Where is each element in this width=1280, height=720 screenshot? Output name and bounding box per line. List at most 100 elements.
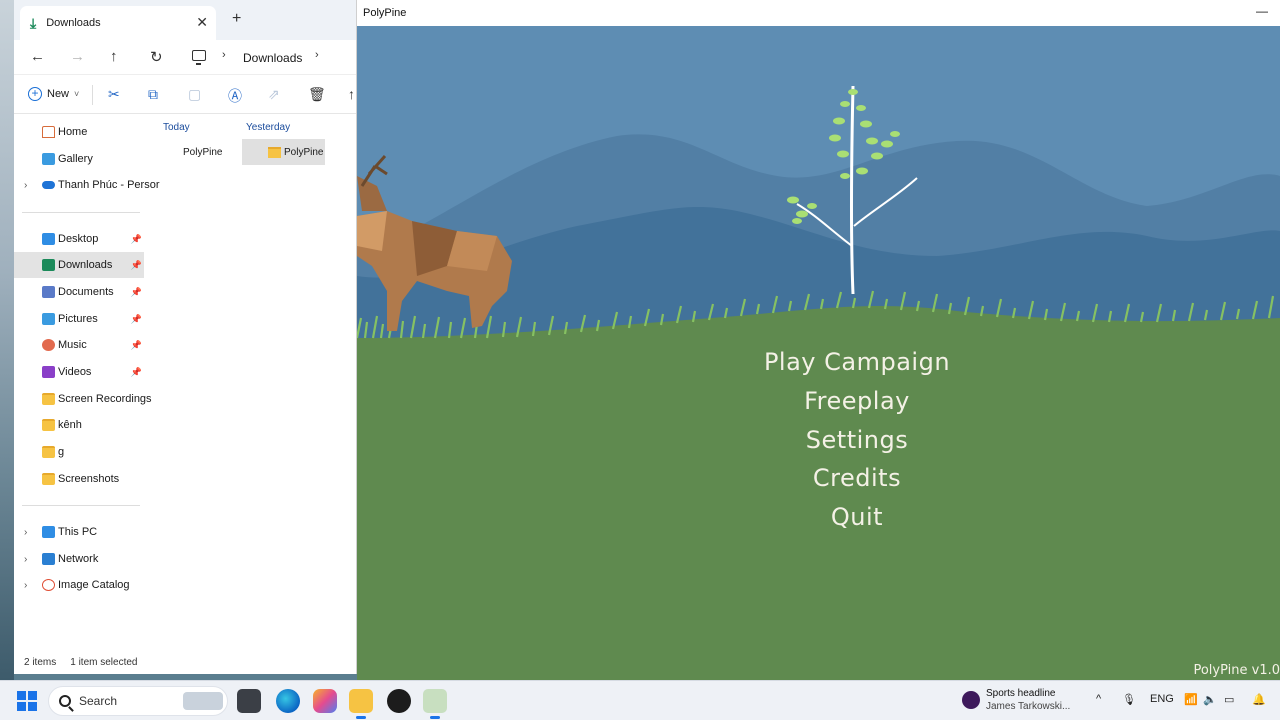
chevron-right-icon[interactable]: › bbox=[24, 527, 27, 538]
edge-icon[interactable] bbox=[276, 689, 300, 713]
this-pc-icon[interactable] bbox=[192, 50, 206, 65]
paste-icon[interactable]: ▢ bbox=[188, 86, 201, 103]
plus-icon: + bbox=[28, 87, 42, 101]
sidebar-item-screen-recordings[interactable]: Screen Recordings bbox=[14, 386, 152, 412]
item-count: 2 items bbox=[24, 657, 57, 668]
sidebar-item-onedrive[interactable]: › Thanh Phúc - Persor bbox=[14, 172, 160, 198]
tab-title: Downloads bbox=[46, 17, 101, 29]
sidebar-item-network[interactable]: › Network bbox=[14, 546, 144, 572]
window-title: PolyPine bbox=[363, 7, 407, 19]
sort-icon[interactable]: ↑ bbox=[348, 86, 355, 102]
search-icon bbox=[59, 695, 71, 707]
image-catalog-icon bbox=[42, 579, 55, 591]
version-label: PolyPine v1.0 bbox=[1193, 663, 1280, 678]
rename-icon[interactable]: Ⓐ bbox=[228, 86, 242, 106]
sidebar-divider bbox=[22, 212, 140, 213]
group-header-today[interactable]: Today bbox=[163, 122, 190, 133]
sidebar-item-label: g bbox=[58, 446, 65, 458]
up-button[interactable]: ↑ bbox=[110, 48, 118, 65]
file-list: Today Yesterday PolyPine PolyPine bbox=[147, 115, 356, 645]
gallery-icon bbox=[42, 153, 55, 165]
sidebar-item-home[interactable]: Home bbox=[14, 119, 144, 145]
sidebar-item-label: Desktop bbox=[58, 233, 99, 245]
search-highlight-art bbox=[183, 692, 223, 710]
quit-button[interactable]: Quit bbox=[357, 503, 1280, 531]
sidebar-item-screenshots[interactable]: Screenshots bbox=[14, 466, 144, 492]
notification-bell-icon[interactable]: 🔔 bbox=[1252, 693, 1266, 706]
group-header-yesterday[interactable]: Yesterday bbox=[246, 122, 290, 133]
breadcrumb-separator[interactable]: › bbox=[315, 49, 319, 61]
freeplay-button[interactable]: Freeplay bbox=[357, 387, 1280, 415]
chevron-right-icon[interactable]: › bbox=[24, 580, 27, 591]
sidebar-item-music[interactable]: Music 📌 bbox=[14, 332, 144, 358]
sidebar-item-image-catalog[interactable]: › Image Catalog bbox=[14, 572, 144, 598]
sidebar-item-g[interactable]: g bbox=[14, 439, 144, 465]
folder-icon bbox=[42, 419, 55, 431]
pin-icon[interactable]: 📌 bbox=[131, 340, 142, 351]
breadcrumb-separator[interactable]: › bbox=[222, 49, 226, 61]
music-icon bbox=[42, 339, 55, 351]
pin-icon[interactable]: 📌 bbox=[131, 314, 142, 325]
premier-league-icon bbox=[962, 691, 980, 709]
pin-icon[interactable]: 📌 bbox=[131, 367, 142, 378]
folder-icon bbox=[268, 146, 281, 158]
windows-logo-icon bbox=[17, 702, 26, 711]
command-bar: + New ˅ ✂ ⧉ ▢ Ⓐ ⇗ 🗑 ↑ bbox=[14, 74, 356, 114]
sidebar-item-videos[interactable]: Videos 📌 bbox=[14, 359, 144, 385]
sidebar-item-desktop[interactable]: Desktop 📌 bbox=[14, 226, 144, 252]
polypine-app-icon[interactable] bbox=[423, 689, 447, 719]
search-label: Search bbox=[79, 694, 118, 708]
copilot-icon[interactable] bbox=[313, 689, 337, 713]
settings-button[interactable]: Settings bbox=[357, 426, 1280, 454]
sidebar-item-pictures[interactable]: Pictures 📌 bbox=[14, 306, 144, 332]
start-button[interactable] bbox=[17, 691, 37, 711]
forward-button[interactable]: → bbox=[70, 48, 85, 65]
pin-icon[interactable]: 📌 bbox=[131, 234, 142, 245]
breadcrumb[interactable]: Downloads bbox=[243, 51, 302, 65]
task-view-icon[interactable] bbox=[237, 689, 261, 713]
sidebar-item-this-pc[interactable]: › This PC bbox=[14, 519, 144, 545]
sidebar-item-label: kênh bbox=[58, 419, 82, 431]
battery-icon[interactable]: ▭ bbox=[1224, 693, 1234, 706]
wifi-icon[interactable]: 📶 bbox=[1184, 693, 1198, 706]
sidebar-item-downloads[interactable]: Downloads 📌 bbox=[14, 252, 144, 278]
videos-icon bbox=[42, 366, 55, 378]
share-icon[interactable]: ⇗ bbox=[268, 86, 280, 103]
folder-item[interactable]: PolyPine bbox=[242, 139, 325, 165]
microphone-icon[interactable]: 🎙 bbox=[1122, 693, 1136, 706]
minimize-button[interactable]: — bbox=[1256, 4, 1268, 18]
chevron-right-icon[interactable]: › bbox=[24, 554, 27, 565]
sidebar-item-documents[interactable]: Documents 📌 bbox=[14, 279, 144, 305]
sidebar-item-label: Image Catalog bbox=[58, 579, 130, 591]
sidebar-item-label: Thanh Phúc - Persor bbox=[58, 179, 160, 191]
volume-icon[interactable]: 🔈 bbox=[1203, 693, 1217, 706]
pin-icon[interactable]: 📌 bbox=[131, 287, 142, 298]
file-explorer-icon[interactable] bbox=[349, 689, 373, 719]
file-item[interactable]: PolyPine bbox=[183, 139, 239, 165]
obs-icon[interactable] bbox=[387, 689, 411, 713]
onedrive-icon bbox=[42, 181, 55, 189]
sidebar-item-gallery[interactable]: Gallery bbox=[14, 146, 144, 172]
new-tab-button[interactable]: + bbox=[232, 10, 241, 28]
chevron-right-icon[interactable]: › bbox=[24, 180, 27, 191]
pin-icon[interactable]: 📌 bbox=[131, 260, 142, 271]
back-button[interactable]: ← bbox=[30, 48, 45, 65]
new-button[interactable]: + New ˅ bbox=[28, 87, 79, 101]
play-campaign-button[interactable]: Play Campaign bbox=[357, 348, 1280, 376]
cut-icon[interactable]: ✂ bbox=[108, 86, 120, 103]
desktop-background bbox=[0, 0, 14, 680]
chevron-up-icon[interactable]: ^ bbox=[1096, 693, 1101, 705]
taskbar-search[interactable]: Search bbox=[48, 686, 228, 716]
sidebar-item-label: Network bbox=[58, 553, 99, 565]
copy-icon[interactable]: ⧉ bbox=[148, 86, 158, 103]
sidebar-item-kenh[interactable]: kênh bbox=[14, 412, 144, 438]
close-tab-button[interactable]: ✕ bbox=[196, 14, 208, 31]
refresh-button[interactable]: ↻ bbox=[150, 48, 163, 66]
delete-icon[interactable]: 🗑 bbox=[308, 86, 326, 103]
language-indicator[interactable]: ENG bbox=[1150, 693, 1174, 705]
sidebar-item-label: Videos bbox=[58, 366, 92, 378]
file-name: PolyPine bbox=[183, 146, 223, 158]
credits-button[interactable]: Credits bbox=[357, 464, 1280, 492]
tab-downloads[interactable]: ⤓ Downloads ✕ bbox=[20, 6, 216, 40]
news-widget[interactable]: Sports headline James Tarkowski... bbox=[962, 687, 1070, 713]
